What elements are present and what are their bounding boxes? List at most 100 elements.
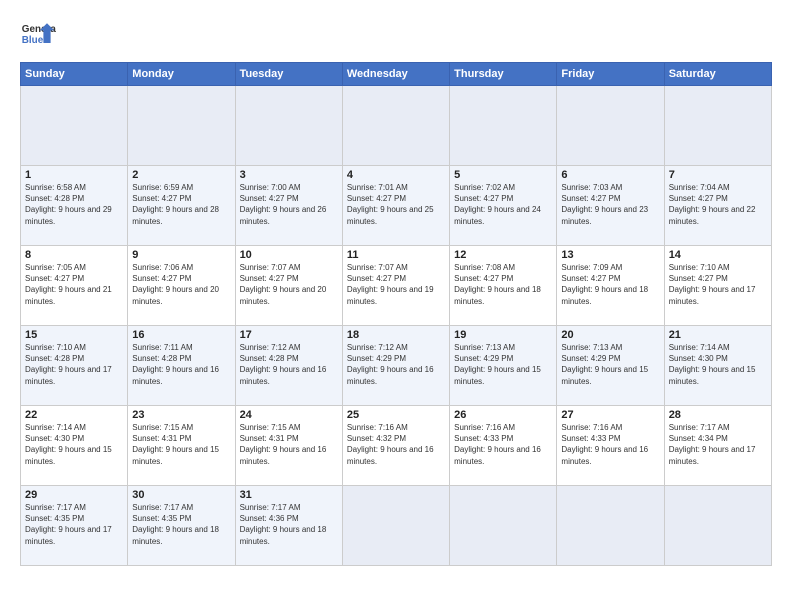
day-number: 29 <box>25 489 123 501</box>
calendar-day-header: Wednesday <box>342 63 449 86</box>
day-number: 31 <box>240 489 338 501</box>
cell-details: Sunrise: 7:07 AMSunset: 4:27 PMDaylight:… <box>347 262 445 307</box>
calendar-cell: 15Sunrise: 7:10 AMSunset: 4:28 PMDayligh… <box>21 326 128 406</box>
day-number: 16 <box>132 329 230 341</box>
calendar-cell: 23Sunrise: 7:15 AMSunset: 4:31 PMDayligh… <box>128 406 235 486</box>
cell-details: Sunrise: 7:08 AMSunset: 4:27 PMDaylight:… <box>454 262 552 307</box>
calendar-cell: 20Sunrise: 7:13 AMSunset: 4:29 PMDayligh… <box>557 326 664 406</box>
calendar-day-header: Tuesday <box>235 63 342 86</box>
calendar-cell: 19Sunrise: 7:13 AMSunset: 4:29 PMDayligh… <box>450 326 557 406</box>
cell-details: Sunrise: 7:17 AMSunset: 4:34 PMDaylight:… <box>669 422 767 467</box>
cell-details: Sunrise: 7:12 AMSunset: 4:29 PMDaylight:… <box>347 342 445 387</box>
day-number: 11 <box>347 249 445 261</box>
calendar-cell: 24Sunrise: 7:15 AMSunset: 4:31 PMDayligh… <box>235 406 342 486</box>
calendar-cell <box>21 86 128 166</box>
day-number: 8 <box>25 249 123 261</box>
calendar-cell <box>342 86 449 166</box>
calendar-cell: 29Sunrise: 7:17 AMSunset: 4:35 PMDayligh… <box>21 486 128 566</box>
calendar-cell: 7Sunrise: 7:04 AMSunset: 4:27 PMDaylight… <box>664 166 771 246</box>
cell-details: Sunrise: 7:17 AMSunset: 4:35 PMDaylight:… <box>132 502 230 547</box>
calendar-week-row: 29 Sunrise: 7:17 AMSunset: 4:35 PMDayligh… <box>21 486 772 566</box>
cell-details: Sunrise: 7:14 AMSunset: 4:30 PMDaylight:… <box>669 342 767 387</box>
calendar-week-row <box>21 86 772 166</box>
cell-details: Sunrise: 7:00 AMSunset: 4:27 PMDaylight:… <box>240 182 338 227</box>
logo: General Blue <box>20 16 56 52</box>
day-number: 7 <box>669 169 767 181</box>
day-number: 25 <box>347 409 445 421</box>
day-number: 30 <box>132 489 230 501</box>
cell-details: Sunrise: 7:10 AMSunset: 4:28 PMDaylight:… <box>25 342 123 387</box>
cell-details: Sunrise: 7:12 AMSunset: 4:28 PMDaylight:… <box>240 342 338 387</box>
cell-details: Sunrise: 7:13 AMSunset: 4:29 PMDaylight:… <box>454 342 552 387</box>
header: General Blue <box>20 16 772 52</box>
day-number: 4 <box>347 169 445 181</box>
cell-details: Sunrise: 7:13 AMSunset: 4:29 PMDaylight:… <box>561 342 659 387</box>
calendar-cell <box>557 86 664 166</box>
cell-details: Sunrise: 7:15 AMSunset: 4:31 PMDaylight:… <box>132 422 230 467</box>
day-number: 15 <box>25 329 123 341</box>
day-number: 19 <box>454 329 552 341</box>
calendar-cell: 9Sunrise: 7:06 AMSunset: 4:27 PMDaylight… <box>128 246 235 326</box>
page: General Blue SundayMondayTuesdayWednesda… <box>0 0 792 612</box>
cell-details: Sunrise: 7:16 AMSunset: 4:32 PMDaylight:… <box>347 422 445 467</box>
cell-details: Sunrise: 7:10 AMSunset: 4:27 PMDaylight:… <box>669 262 767 307</box>
day-number: 22 <box>25 409 123 421</box>
calendar-day-header: Saturday <box>664 63 771 86</box>
calendar-cell: 6Sunrise: 7:03 AMSunset: 4:27 PMDaylight… <box>557 166 664 246</box>
calendar-cell: 1Sunrise: 6:58 AMSunset: 4:28 PMDaylight… <box>21 166 128 246</box>
calendar-cell <box>235 86 342 166</box>
calendar-header-row: SundayMondayTuesdayWednesdayThursdayFrid… <box>21 63 772 86</box>
day-number: 13 <box>561 249 659 261</box>
calendar-cell: 30Sunrise: 7:17 AMSunset: 4:35 PMDayligh… <box>128 486 235 566</box>
calendar-cell <box>664 486 771 566</box>
calendar-cell: 13Sunrise: 7:09 AMSunset: 4:27 PMDayligh… <box>557 246 664 326</box>
calendar-cell <box>450 86 557 166</box>
day-number: 27 <box>561 409 659 421</box>
calendar-day-header: Monday <box>128 63 235 86</box>
calendar-body: 1Sunrise: 6:58 AMSunset: 4:28 PMDaylight… <box>21 86 772 566</box>
day-number: 9 <box>132 249 230 261</box>
calendar-cell: 17Sunrise: 7:12 AMSunset: 4:28 PMDayligh… <box>235 326 342 406</box>
calendar-day-header: Friday <box>557 63 664 86</box>
calendar-cell <box>450 486 557 566</box>
cell-details: Sunrise: 7:17 AMSunset: 4:36 PMDaylight:… <box>240 502 338 547</box>
calendar-day-header: Thursday <box>450 63 557 86</box>
calendar-cell: 25Sunrise: 7:16 AMSunset: 4:32 PMDayligh… <box>342 406 449 486</box>
cell-details: Sunrise: 7:16 AMSunset: 4:33 PMDaylight:… <box>561 422 659 467</box>
cell-details: Sunrise: 7:14 AMSunset: 4:30 PMDaylight:… <box>25 422 123 467</box>
calendar-cell: 31Sunrise: 7:17 AMSunset: 4:36 PMDayligh… <box>235 486 342 566</box>
calendar-cell: 2Sunrise: 6:59 AMSunset: 4:27 PMDaylight… <box>128 166 235 246</box>
cell-details: Sunrise: 7:11 AMSunset: 4:28 PMDaylight:… <box>132 342 230 387</box>
cell-details: Sunrise: 7:09 AMSunset: 4:27 PMDaylight:… <box>561 262 659 307</box>
calendar-cell <box>128 86 235 166</box>
cell-details: Sunrise: 7:07 AMSunset: 4:27 PMDaylight:… <box>240 262 338 307</box>
day-number: 26 <box>454 409 552 421</box>
day-number: 14 <box>669 249 767 261</box>
day-number: 18 <box>347 329 445 341</box>
day-number: 1 <box>25 169 123 181</box>
calendar-cell: 8Sunrise: 7:05 AMSunset: 4:27 PMDaylight… <box>21 246 128 326</box>
calendar-cell: 28Sunrise: 7:17 AMSunset: 4:34 PMDayligh… <box>664 406 771 486</box>
cell-details: Sunrise: 7:06 AMSunset: 4:27 PMDaylight:… <box>132 262 230 307</box>
cell-details: Sunrise: 7:02 AMSunset: 4:27 PMDaylight:… <box>454 182 552 227</box>
day-number: 28 <box>669 409 767 421</box>
calendar-cell: 27Sunrise: 7:16 AMSunset: 4:33 PMDayligh… <box>557 406 664 486</box>
calendar-cell: 16Sunrise: 7:11 AMSunset: 4:28 PMDayligh… <box>128 326 235 406</box>
calendar-cell: 11Sunrise: 7:07 AMSunset: 4:27 PMDayligh… <box>342 246 449 326</box>
cell-details: Sunrise: 7:04 AMSunset: 4:27 PMDaylight:… <box>669 182 767 227</box>
calendar-week-row: 22Sunrise: 7:14 AMSunset: 4:30 PMDayligh… <box>21 406 772 486</box>
day-number: 21 <box>669 329 767 341</box>
cell-details: Sunrise: 7:15 AMSunset: 4:31 PMDaylight:… <box>240 422 338 467</box>
calendar-cell: 5Sunrise: 7:02 AMSunset: 4:27 PMDaylight… <box>450 166 557 246</box>
day-number: 3 <box>240 169 338 181</box>
calendar-cell: 10Sunrise: 7:07 AMSunset: 4:27 PMDayligh… <box>235 246 342 326</box>
cell-details: Sunrise: 6:58 AMSunset: 4:28 PMDaylight:… <box>25 182 123 227</box>
calendar-cell: 3Sunrise: 7:00 AMSunset: 4:27 PMDaylight… <box>235 166 342 246</box>
calendar-cell: 21Sunrise: 7:14 AMSunset: 4:30 PMDayligh… <box>664 326 771 406</box>
day-number: 20 <box>561 329 659 341</box>
calendar-cell: 18Sunrise: 7:12 AMSunset: 4:29 PMDayligh… <box>342 326 449 406</box>
calendar-cell: 4Sunrise: 7:01 AMSunset: 4:27 PMDaylight… <box>342 166 449 246</box>
cell-details: Sunrise: 7:03 AMSunset: 4:27 PMDaylight:… <box>561 182 659 227</box>
calendar-week-row: 15Sunrise: 7:10 AMSunset: 4:28 PMDayligh… <box>21 326 772 406</box>
logo-icon: General Blue <box>20 16 56 52</box>
